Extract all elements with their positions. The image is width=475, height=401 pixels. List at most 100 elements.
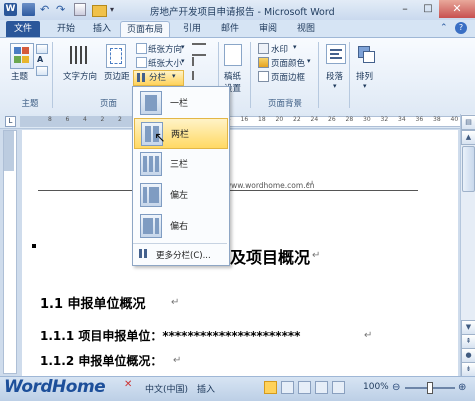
page-color-button[interactable]: 页面颜色 bbox=[271, 57, 305, 69]
page-borders-icon bbox=[258, 71, 269, 82]
tab-page-layout[interactable]: 页面布局 bbox=[120, 21, 170, 38]
zoom-in-icon[interactable]: ⊕ bbox=[458, 382, 466, 393]
line-numbers-icon[interactable] bbox=[192, 57, 208, 66]
paragraph-mark: ↵ bbox=[364, 330, 373, 341]
ribbon-minimize-icon[interactable]: ⌃ bbox=[440, 23, 448, 33]
columns-left-option[interactable]: 偏左 bbox=[134, 180, 226, 209]
themes-icon[interactable] bbox=[10, 43, 34, 69]
page-color-icon bbox=[258, 57, 269, 68]
ruler-number: 16 bbox=[240, 116, 249, 123]
arrange-icon[interactable] bbox=[356, 44, 375, 63]
scrollbar-thumb[interactable] bbox=[462, 146, 475, 192]
chevron-down-icon: ▾ bbox=[181, 43, 185, 51]
open-folder-icon[interactable] bbox=[92, 5, 107, 17]
arrange-button[interactable]: 排列 bbox=[356, 70, 373, 82]
print-preview-icon[interactable] bbox=[74, 3, 86, 16]
paragraph-button[interactable]: 段落 bbox=[326, 70, 343, 82]
tab-selector-icon[interactable]: L bbox=[5, 116, 16, 127]
browse-object-icon[interactable]: ● bbox=[461, 348, 475, 363]
previous-page-icon[interactable]: ⇞ bbox=[461, 334, 475, 349]
hyphenation-icon[interactable] bbox=[192, 71, 208, 80]
size-icon bbox=[136, 57, 147, 68]
tab-review[interactable]: 审阅 bbox=[252, 21, 284, 37]
columns-one-option[interactable]: 一栏 bbox=[134, 88, 226, 117]
ruler-number: 4 bbox=[83, 116, 87, 123]
close-button[interactable]: ✕ bbox=[439, 0, 475, 18]
left-column-icon bbox=[140, 183, 162, 207]
ruler-number: 40 bbox=[450, 116, 459, 123]
paragraph-icon[interactable] bbox=[326, 44, 346, 64]
minimize-button[interactable]: – bbox=[393, 0, 417, 18]
orientation-icon bbox=[136, 43, 147, 54]
zoom-level[interactable]: 100% bbox=[363, 382, 389, 392]
page-borders-button[interactable]: 页面边框 bbox=[271, 71, 305, 83]
next-page-icon[interactable]: ⇟ bbox=[461, 362, 475, 377]
watermark-button[interactable]: 水印 bbox=[271, 43, 288, 55]
tab-insert[interactable]: 插入 bbox=[86, 21, 118, 37]
text-direction-button[interactable]: 文字方向 bbox=[63, 70, 97, 82]
full-screen-reading-icon[interactable] bbox=[281, 381, 294, 394]
web-layout-icon[interactable] bbox=[298, 381, 311, 394]
zoom-out-icon[interactable]: ⊖ bbox=[392, 382, 400, 393]
spelling-check-icon[interactable]: ✕ bbox=[124, 379, 132, 390]
ruler-number: 36 bbox=[415, 116, 424, 123]
chevron-down-icon: ▾ bbox=[363, 82, 367, 90]
columns-right-option[interactable]: 偏右 bbox=[134, 211, 226, 240]
text-direction-icon[interactable] bbox=[68, 44, 90, 66]
themes-group-label: 主题 bbox=[21, 99, 39, 109]
undo-icon[interactable]: ↶ bbox=[40, 3, 53, 16]
ruler-number: 38 bbox=[433, 116, 441, 123]
ruler-number: 2 bbox=[100, 116, 105, 123]
print-layout-view-icon[interactable] bbox=[264, 381, 277, 394]
draft-view-icon[interactable] bbox=[332, 381, 345, 394]
chevron-down-icon: ▾ bbox=[307, 57, 311, 65]
themes-button[interactable]: 主题 bbox=[11, 70, 28, 82]
more-columns-option[interactable]: 更多分栏(C)... bbox=[134, 246, 226, 262]
group-divider bbox=[318, 42, 319, 108]
ruler-number: 28 bbox=[345, 116, 354, 123]
scroll-up-icon[interactable]: ▲ bbox=[461, 130, 475, 145]
tab-mailings[interactable]: 邮件 bbox=[214, 21, 246, 37]
manuscript-icon[interactable] bbox=[224, 44, 242, 66]
ruler-toggle-icon[interactable]: ▤ bbox=[461, 115, 475, 130]
tab-references[interactable]: 引用 bbox=[176, 21, 208, 37]
columns-label: 分栏 bbox=[149, 73, 167, 83]
columns-three-option[interactable]: 三栏 bbox=[134, 149, 226, 178]
language-status[interactable]: 中文(中国) bbox=[145, 382, 188, 395]
wordhome-logo: WordHome bbox=[4, 377, 106, 397]
orientation-button[interactable]: 纸张方向 bbox=[148, 43, 182, 55]
maximize-button[interactable]: □ bbox=[416, 0, 440, 18]
zoom-slider-thumb[interactable] bbox=[427, 382, 433, 394]
word-app-icon[interactable]: W bbox=[4, 3, 17, 16]
bullet-mark bbox=[32, 244, 36, 248]
size-button[interactable]: 纸张大小 bbox=[148, 57, 182, 69]
theme-colors-icon[interactable] bbox=[36, 44, 48, 54]
breaks-icon[interactable] bbox=[192, 43, 206, 56]
chevron-down-icon: ▾ bbox=[172, 72, 176, 80]
scroll-down-icon[interactable]: ▼ bbox=[461, 320, 475, 335]
outline-view-icon[interactable] bbox=[315, 381, 328, 394]
columns-icon bbox=[137, 73, 146, 82]
columns-three-label: 三栏 bbox=[170, 160, 189, 170]
margins-icon[interactable] bbox=[106, 44, 126, 68]
window-title: 房地产开发项目申请报告 - Microsoft Word bbox=[150, 7, 335, 18]
save-icon[interactable] bbox=[22, 3, 35, 16]
group-divider bbox=[349, 42, 350, 108]
theme-effects-icon[interactable] bbox=[36, 66, 48, 76]
help-icon[interactable]: ? bbox=[455, 22, 467, 34]
paragraph-mark: ↵ bbox=[312, 250, 321, 261]
theme-fonts-icon[interactable]: A bbox=[37, 55, 43, 64]
insert-mode-status[interactable]: 插入 bbox=[197, 382, 215, 395]
ruler-number: 2 bbox=[118, 116, 122, 123]
manuscript-button-line1[interactable]: 稿纸 bbox=[224, 70, 241, 82]
ruler-number: 32 bbox=[380, 116, 389, 123]
margins-button[interactable]: 页边距 bbox=[104, 70, 130, 82]
tab-view[interactable]: 视图 bbox=[290, 21, 322, 37]
page-background-group-label: 页面背景 bbox=[267, 99, 302, 109]
customize-toolbar-icon[interactable]: ▾ bbox=[110, 3, 123, 16]
paragraph-mark: ↵ bbox=[306, 179, 315, 190]
columns-two-option[interactable]: 两栏 bbox=[134, 118, 228, 149]
redo-icon[interactable]: ↷ bbox=[56, 3, 69, 16]
tab-file[interactable]: 文件 bbox=[6, 21, 40, 37]
tab-home[interactable]: 开始 bbox=[50, 21, 82, 37]
